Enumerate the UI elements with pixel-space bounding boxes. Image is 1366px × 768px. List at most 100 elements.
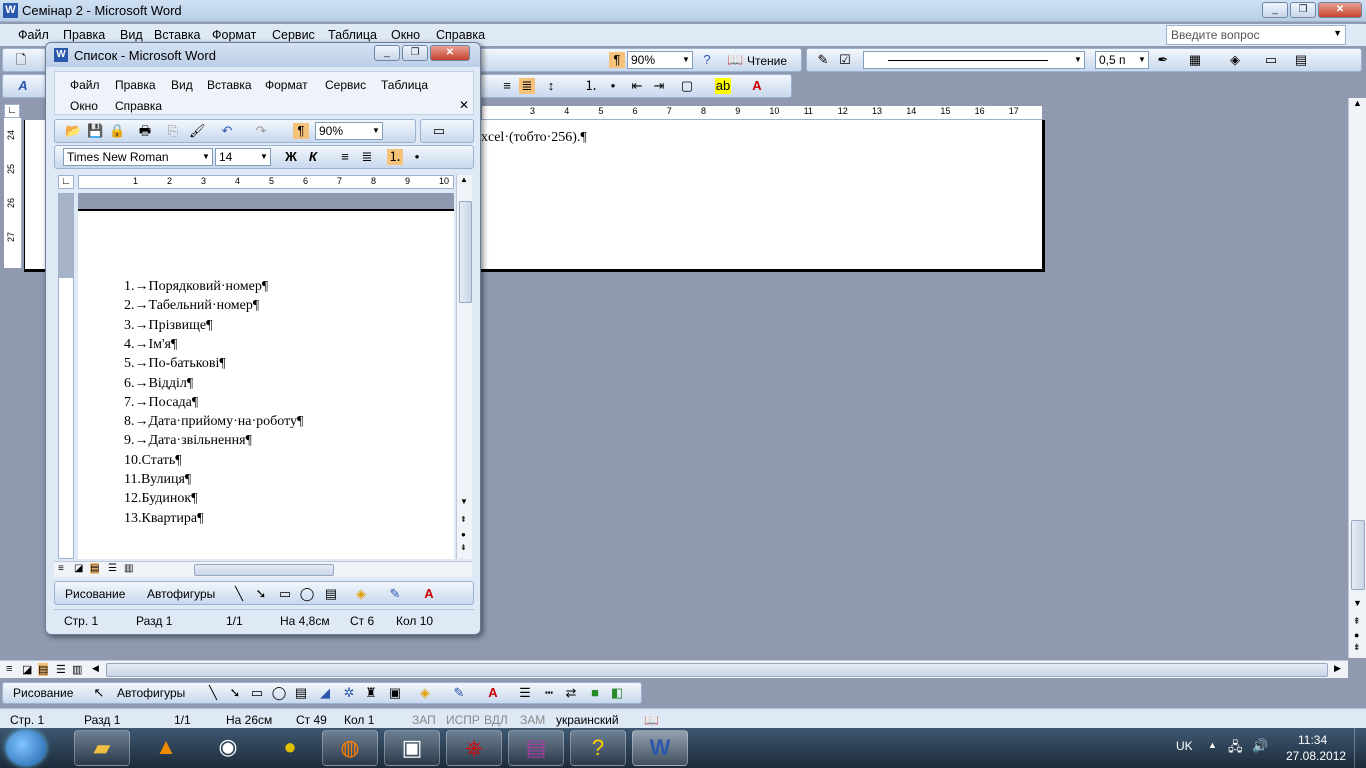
outline-view-icon[interactable]: ☰ [108, 563, 117, 574]
arrow-icon[interactable]: ➘ [227, 685, 243, 701]
align-icon[interactable]: ▤ [1293, 52, 1309, 68]
word-taskbar-icon[interactable]: W [632, 730, 688, 766]
menu-edit[interactable]: Правка [63, 28, 105, 42]
wordart-icon[interactable]: ◢ [317, 685, 333, 701]
menu-help[interactable]: Справка [436, 28, 485, 42]
scroll-up-icon[interactable]: ▲ [460, 175, 468, 184]
inner-menu-format[interactable]: Формат [265, 78, 308, 92]
font-size-select[interactable]: 14 ▼ [215, 148, 271, 166]
normal-view-icon[interactable]: ≡ [58, 563, 64, 574]
explorer-icon[interactable]: ▰ [74, 730, 130, 766]
clipart-icon[interactable]: ♜ [363, 685, 379, 701]
numbering-icon[interactable]: ⒈ [387, 149, 403, 165]
autoshapes-menu[interactable]: Автофигуры [147, 587, 215, 601]
prev-page-icon[interactable]: ⇞ [460, 515, 467, 524]
select-browse-object-icon[interactable]: ● [1354, 630, 1359, 640]
inner-menu-insert[interactable]: Вставка [207, 78, 252, 92]
inner-menu-edit[interactable]: Правка [115, 78, 156, 92]
next-page-icon[interactable]: ⇟ [460, 543, 467, 552]
inner-menu-file[interactable]: Файл [70, 78, 100, 92]
task-pane-icon[interactable]: ▭ [431, 123, 447, 139]
textbox-icon[interactable]: ▤ [323, 586, 339, 602]
chrome-icon[interactable]: ◉ [200, 730, 256, 766]
menu-format[interactable]: Формат [212, 28, 256, 42]
reading-view-icon[interactable]: ▥ [72, 663, 82, 676]
shadow-icon[interactable]: ■ [587, 685, 603, 701]
volume-icon[interactable]: 🔊 [1252, 738, 1268, 754]
next-page-icon[interactable]: ⇟ [1353, 642, 1361, 653]
normal-view-icon[interactable]: ≡ [6, 663, 12, 675]
select-objects-icon[interactable]: ↖ [91, 685, 107, 701]
new-document-icon[interactable]: 🗋 [13, 52, 29, 68]
increase-indent-icon[interactable]: ⇥ [651, 78, 667, 94]
line-icon[interactable]: ╲ [231, 586, 247, 602]
hscroll-thumb[interactable] [106, 663, 1328, 677]
check-icon[interactable]: ☑ [837, 52, 853, 68]
inner-minimize-button[interactable]: _ [374, 45, 400, 61]
print-view-icon[interactable]: ▤ [90, 563, 100, 574]
menu-view[interactable]: Вид [120, 28, 143, 42]
network-icon[interactable]: 🖧 [1228, 738, 1243, 760]
outline-view-icon[interactable]: ☰ [56, 663, 66, 676]
borders-icon[interactable]: ▦ [1187, 52, 1203, 68]
status-extend[interactable]: ВДЛ [484, 713, 508, 727]
tab-selector[interactable]: ∟ [4, 104, 20, 118]
prev-page-icon[interactable]: ⇞ [1353, 616, 1361, 627]
arrow-style-icon[interactable]: ⇄ [563, 685, 579, 701]
textbox-icon[interactable]: ▤ [293, 685, 309, 701]
font-select[interactable]: Times New Roman ▼ [63, 148, 213, 166]
oval-icon[interactable]: ◯ [299, 586, 315, 602]
inner-menu-view[interactable]: Вид [171, 78, 193, 92]
inner-zoom-select[interactable]: 90% ▼ [315, 122, 383, 140]
fill-color-icon[interactable]: ◈ [1227, 52, 1243, 68]
outside-border-icon[interactable]: ▢ [679, 78, 695, 94]
close-document-icon[interactable]: ✕ [459, 98, 469, 112]
arrow-icon[interactable]: ➘ [253, 586, 269, 602]
acrobat-icon[interactable]: ⎈ [446, 730, 502, 766]
autoshapes-menu[interactable]: Автофигуры [117, 686, 185, 700]
scroll-down-icon[interactable]: ▼ [1353, 598, 1362, 608]
menu-insert[interactable]: Вставка [154, 28, 200, 42]
show-hidden-icons-icon[interactable]: ▲ [1208, 740, 1217, 750]
save-icon[interactable]: 💾 [87, 123, 103, 139]
menu-table[interactable]: Таблица [328, 28, 377, 42]
drawing-menu[interactable]: Рисование [65, 587, 125, 601]
scroll-right-icon[interactable]: ▶ [1334, 663, 1341, 674]
status-record[interactable]: ЗАП [412, 713, 436, 727]
inner-maximize-button[interactable]: ❐ [402, 45, 428, 61]
line-spacing-icon[interactable]: ↕ [543, 78, 559, 94]
hscroll-thumb[interactable] [194, 564, 334, 576]
ball-app-icon[interactable]: ● [262, 730, 318, 766]
monitor-app-icon[interactable]: ▣ [384, 730, 440, 766]
line-icon[interactable]: ╲ [205, 685, 221, 701]
align-left-icon[interactable]: ≡ [337, 149, 353, 165]
oval-icon[interactable]: ◯ [271, 685, 287, 701]
redo-icon[interactable]: ↷ [253, 123, 269, 139]
show-formatting-icon[interactable]: ¶ [293, 123, 309, 139]
picture-icon[interactable]: ▣ [387, 685, 403, 701]
scroll-thumb[interactable] [1351, 520, 1365, 590]
clock-date[interactable]: 27.08.2012 [1286, 749, 1346, 763]
bullets-icon[interactable]: • [605, 78, 621, 94]
reading-view-icon[interactable]: ▥ [124, 563, 133, 574]
status-language[interactable]: украинский [556, 713, 619, 727]
decrease-indent-icon[interactable]: ⇤ [629, 78, 645, 94]
show-formatting-icon[interactable]: ¶ [609, 52, 625, 68]
menu-tools[interactable]: Сервис [272, 28, 315, 42]
avast-icon[interactable]: ▲ [138, 730, 194, 766]
fill-color-icon[interactable]: ◈ [353, 586, 369, 602]
line-style-icon[interactable]: ☰ [517, 685, 533, 701]
help-app-icon[interactable]: ? [570, 730, 626, 766]
line-color-icon[interactable]: ✎ [451, 685, 467, 701]
line-color-icon[interactable]: ✎ [387, 586, 403, 602]
align-right-icon[interactable]: ≡ [499, 78, 515, 94]
print-icon[interactable]: 🖶 [137, 123, 153, 139]
select-browse-object-icon[interactable]: ● [461, 530, 466, 539]
zoom-select[interactable]: 90% ▼ [627, 51, 693, 69]
inner-vertical-scrollbar[interactable]: ▲ ▼ ⇞ ● ⇟ [456, 175, 472, 559]
web-view-icon[interactable]: ◪ [74, 563, 83, 574]
numbering-icon[interactable]: ⒈ [583, 78, 599, 94]
chevron-down-icon[interactable]: ▼ [1333, 28, 1342, 38]
status-track[interactable]: ИСПР [446, 713, 480, 727]
italic-button[interactable]: К [305, 149, 321, 165]
